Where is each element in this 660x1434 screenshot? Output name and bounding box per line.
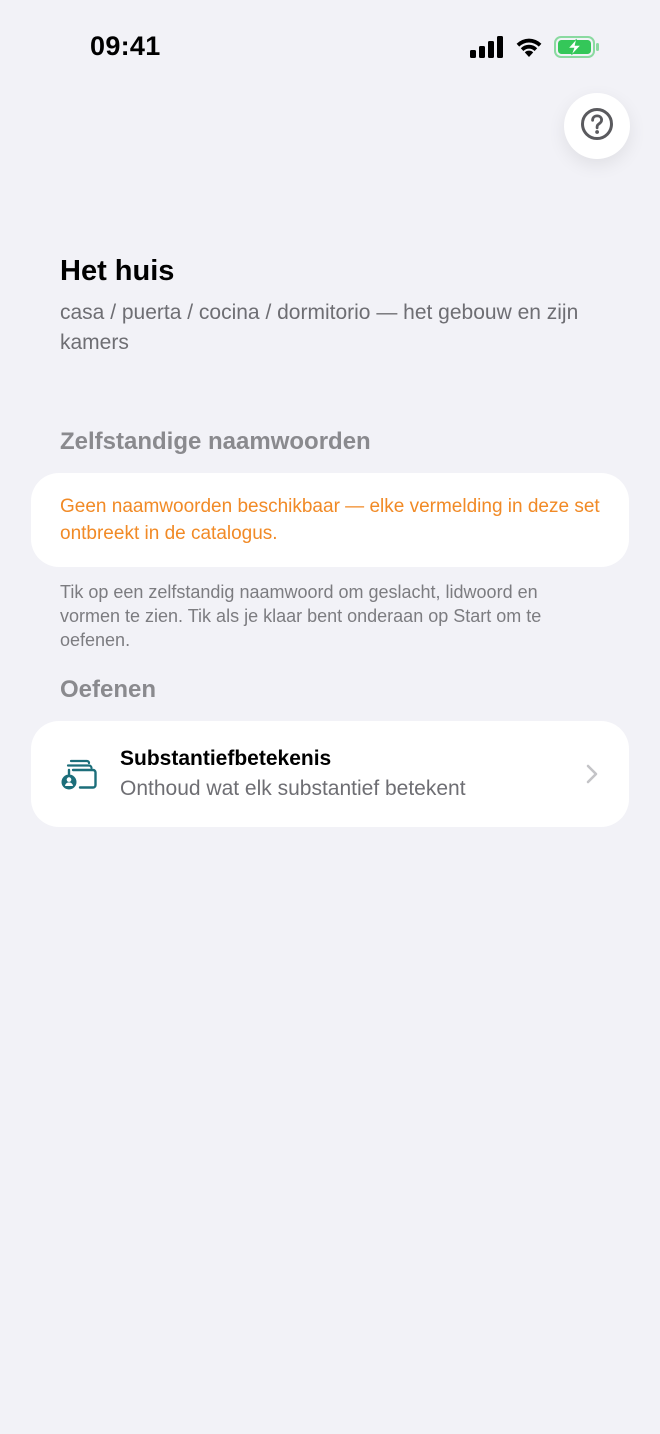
status-bar: 09:41	[0, 0, 660, 96]
nouns-footnote: Tik op een zelfstandig naamwoord om gesl…	[60, 582, 542, 650]
empty-notice-text: Geen naamwoorden beschikbaar — elke verm…	[60, 496, 600, 544]
page-title: Het huis	[60, 255, 175, 287]
battery-charging-icon	[554, 36, 600, 63]
cellular-signal-icon	[470, 36, 504, 63]
status-time: 09:41	[90, 31, 161, 61]
empty-notice-card: Geen naamwoorden beschikbaar — elke verm…	[31, 473, 629, 567]
section-header-practice: Oefenen	[60, 676, 157, 703]
help-button[interactable]	[564, 93, 630, 159]
chevron-right-icon	[585, 763, 599, 785]
wifi-icon	[514, 36, 544, 63]
page-subtitle: casa / puerta / cocina / dormitorio — he…	[60, 301, 579, 354]
section-header-nouns: Zelfstandige naamwoorden	[60, 428, 371, 455]
practice-item-subtitle: Onthoud wat elk substantief betekent	[120, 777, 466, 800]
status-icons	[470, 36, 600, 63]
flashcards-person-icon	[59, 755, 99, 795]
practice-item-noun-meaning[interactable]: Substantiefbetekenis Onthoud wat elk sub…	[31, 721, 629, 827]
question-circle-icon	[580, 107, 614, 146]
practice-item-title: Substantiefbetekenis	[120, 747, 332, 770]
